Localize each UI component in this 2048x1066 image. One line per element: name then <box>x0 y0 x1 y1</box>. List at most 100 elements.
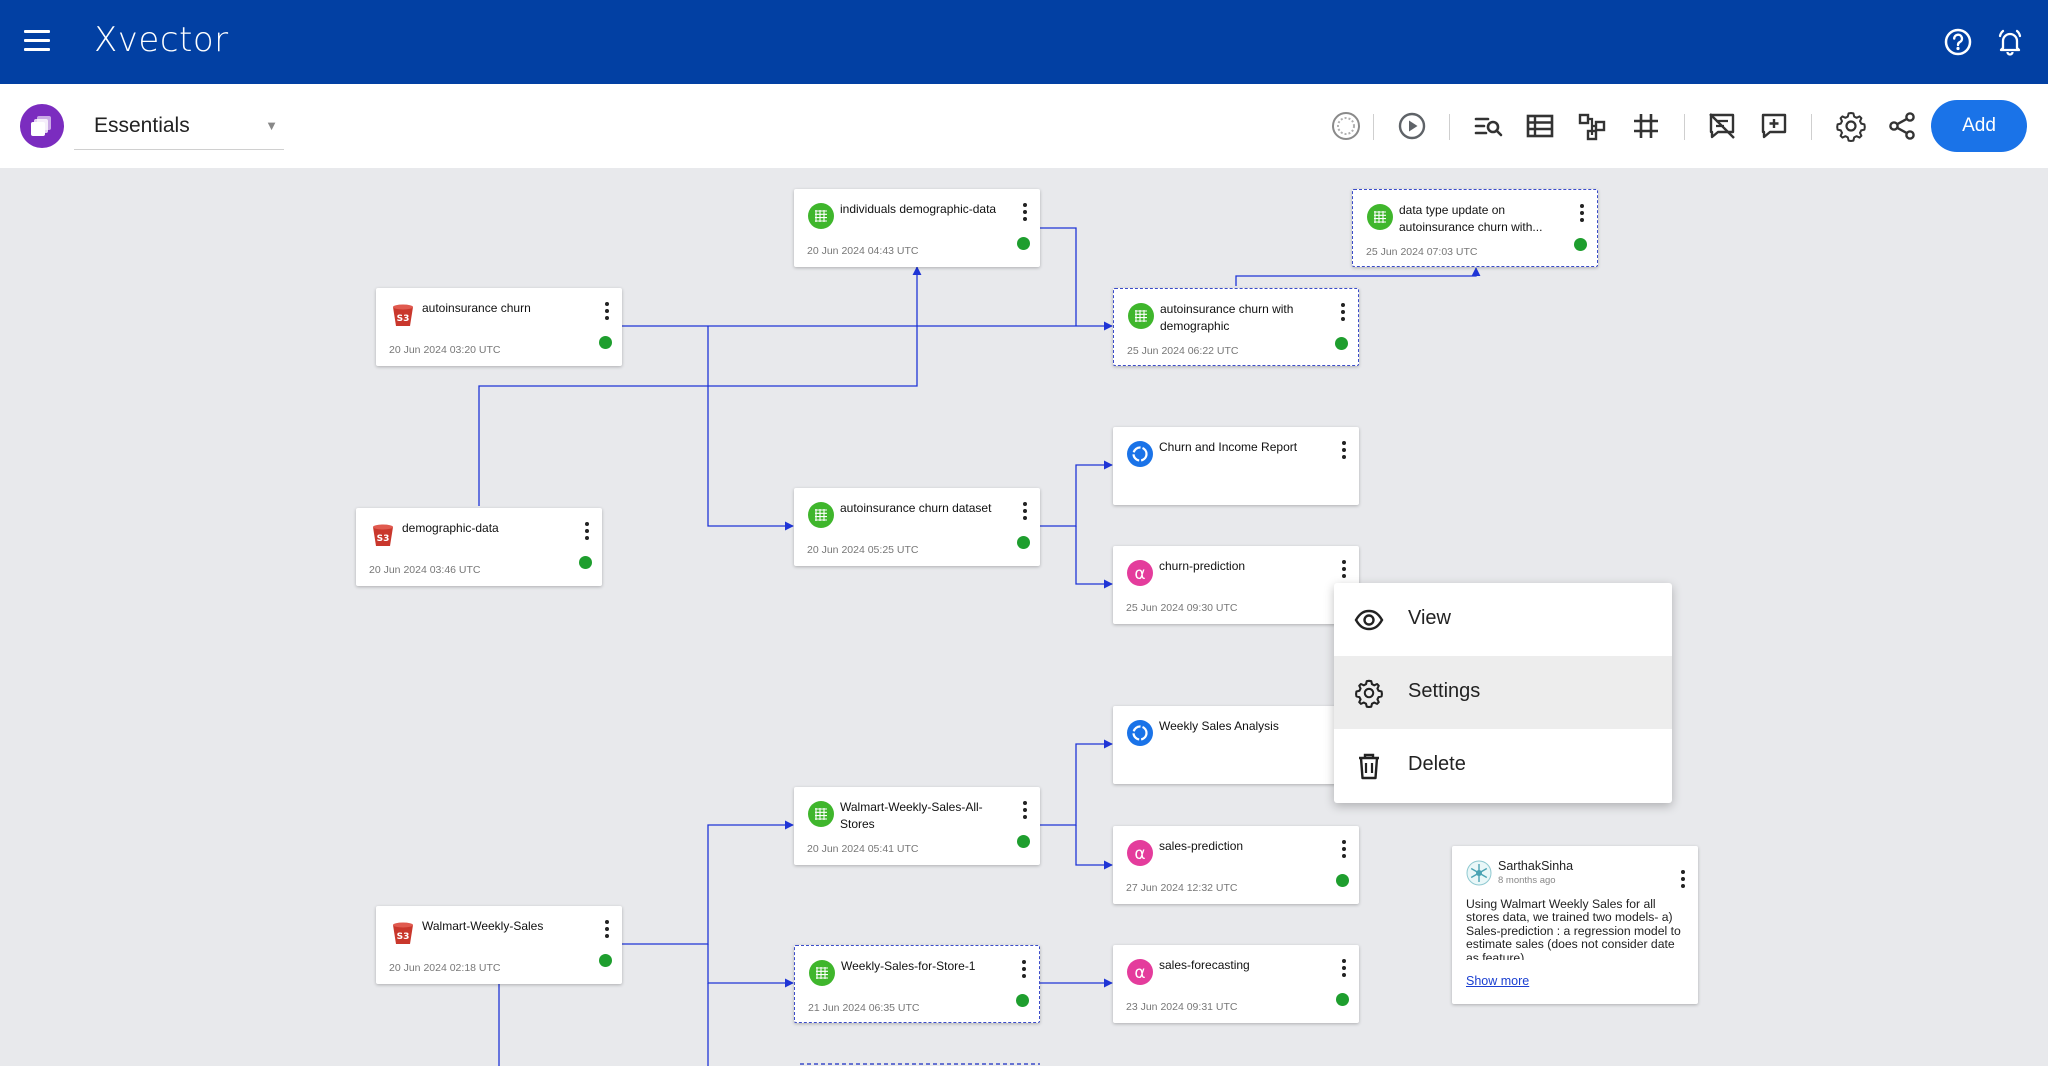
node-more-icon[interactable] <box>584 522 590 540</box>
node-weekly-sales-analysis[interactable]: Weekly Sales Analysis <box>1113 706 1359 784</box>
connection <box>707 326 794 531</box>
node-title: Weekly Sales Analysis <box>1159 719 1279 733</box>
node-title: Walmart-Weekly-Sales <box>422 919 544 933</box>
node-churn-prediction[interactable]: α churn-prediction 25 Jun 2024 09:30 UTC <box>1113 546 1359 624</box>
connection <box>707 944 794 988</box>
comment-time: 8 months ago <box>1498 875 1556 886</box>
node-date: 20 Jun 2024 02:18 UTC <box>389 962 501 974</box>
node-sales-prediction[interactable]: α sales-prediction 27 Jun 2024 12:32 UTC <box>1113 826 1359 904</box>
node-more-icon[interactable] <box>1579 204 1585 222</box>
model-alpha-icon: α <box>1127 560 1153 586</box>
node-more-icon[interactable] <box>1340 303 1346 321</box>
node-more-icon[interactable] <box>1022 801 1028 819</box>
kernel-status-icon[interactable] <box>1330 110 1362 142</box>
node-title: sales-prediction <box>1159 839 1244 853</box>
comment-more-icon[interactable] <box>1680 870 1686 888</box>
status-dot <box>579 556 592 569</box>
node-more-icon[interactable] <box>1341 441 1347 459</box>
connection <box>1235 267 1481 286</box>
share-icon[interactable] <box>1886 110 1918 142</box>
node-more-icon[interactable] <box>1341 560 1347 578</box>
eye-icon <box>1354 609 1384 631</box>
pipeline-canvas[interactable]: S3 autoinsurance churn 20 Jun 2024 03:20… <box>0 168 2048 1066</box>
node-walmart-weekly-sales[interactable]: S3 Walmart-Weekly-Sales 20 Jun 2024 02:1… <box>376 906 622 984</box>
node-churn-income-report[interactable]: Churn and Income Report <box>1113 427 1359 505</box>
run-icon[interactable] <box>1396 110 1428 142</box>
status-dot <box>1017 536 1030 549</box>
stack-icon <box>31 116 51 136</box>
toolbar-divider <box>1373 114 1374 140</box>
menu-item-label: Settings <box>1408 680 1481 702</box>
node-more-icon[interactable] <box>604 302 610 320</box>
s3-bucket-icon: S3 <box>393 922 413 944</box>
node-churn-with-demographic[interactable]: autoinsurance churn with demographic 25 … <box>1113 288 1359 366</box>
node-more-icon[interactable] <box>1021 960 1027 978</box>
node-more-icon[interactable] <box>1022 203 1028 221</box>
comment-card[interactable]: SarthakSinha 8 months ago Using Walmart … <box>1452 846 1698 1004</box>
node-title: Weekly-Sales-for-Store-1 <box>841 959 976 973</box>
node-demographic-data[interactable]: S3 demographic-data 20 Jun 2024 03:46 UT… <box>356 508 602 586</box>
svg-text:α: α <box>1134 564 1145 584</box>
node-date: 27 Jun 2024 12:32 UTC <box>1126 882 1238 894</box>
model-alpha-icon: α <box>1127 959 1153 985</box>
settings-icon[interactable] <box>1835 110 1867 142</box>
menu-item-settings[interactable]: Settings <box>1334 656 1672 729</box>
trash-icon <box>1359 753 1379 780</box>
notifications-icon[interactable] <box>1994 26 2026 58</box>
dataset-icon <box>808 801 834 827</box>
node-more-icon[interactable] <box>1022 502 1028 520</box>
s3-bucket-icon: S3 <box>393 304 413 326</box>
node-title: individuals demographic-data <box>840 202 997 216</box>
menu-icon[interactable] <box>24 30 50 52</box>
lineage-view-icon[interactable] <box>1576 110 1608 142</box>
menu-item-view[interactable]: View <box>1334 583 1672 656</box>
node-title: demographic-data <box>402 521 499 535</box>
menu-item-label: View <box>1408 607 1451 629</box>
node-sales-forecasting[interactable]: α sales-forecasting 23 Jun 2024 09:31 UT… <box>1113 945 1359 1023</box>
project-select[interactable]: Essentials ▼ <box>74 98 284 150</box>
node-more-icon[interactable] <box>1341 840 1347 858</box>
table-view-icon[interactable] <box>1524 110 1556 142</box>
avatar <box>1466 860 1492 886</box>
connection <box>1040 460 1113 527</box>
node-date: 25 Jun 2024 09:30 UTC <box>1126 602 1238 614</box>
show-more-link[interactable]: Show more <box>1466 974 1529 988</box>
status-dot <box>1574 238 1587 251</box>
grid-icon[interactable] <box>1630 110 1662 142</box>
report-icon <box>1127 720 1153 746</box>
node-walmart-all-stores[interactable]: Walmart-Weekly-Sales-All-Stores 20 Jun 2… <box>794 787 1040 865</box>
pipeline-connections <box>478 227 1481 1066</box>
menu-item-label: Delete <box>1408 753 1466 775</box>
status-dot <box>1017 237 1030 250</box>
status-dot <box>1336 874 1349 887</box>
gear-icon <box>1355 679 1383 708</box>
node-title: autoinsurance churn <box>422 301 531 315</box>
node-weekly-sales-store-1[interactable]: Weekly-Sales-for-Store-1 21 Jun 2024 06:… <box>794 945 1040 1023</box>
add-button[interactable]: Add <box>1931 100 2027 152</box>
node-title: autoinsurance churn dataset <box>840 501 992 515</box>
node-autoinsurance-churn[interactable]: S3 autoinsurance churn 20 Jun 2024 03:20… <box>376 288 622 366</box>
node-autoinsurance-churn-dataset[interactable]: autoinsurance churn dataset 20 Jun 2024 … <box>794 488 1040 566</box>
toolbar-divider <box>1449 114 1450 140</box>
node-data-type-update[interactable]: data type update on autoinsurance churn … <box>1352 189 1598 267</box>
hide-comments-icon[interactable] <box>1706 110 1738 142</box>
dataset-icon <box>808 502 834 528</box>
node-individuals-demographic-data[interactable]: individuals demographic-data 20 Jun 2024… <box>794 189 1040 267</box>
dataset-icon <box>809 960 835 986</box>
node-more-icon[interactable] <box>1341 959 1347 977</box>
caret-down-icon: ▼ <box>265 118 278 133</box>
dataset-icon <box>1367 204 1393 230</box>
add-comment-icon[interactable] <box>1758 110 1790 142</box>
app-brand[interactable]: Xvector <box>94 20 229 60</box>
project-logo[interactable] <box>20 104 64 148</box>
node-title: sales-forecasting <box>1159 958 1250 972</box>
node-more-icon[interactable] <box>604 920 610 938</box>
search-list-icon[interactable] <box>1472 110 1504 142</box>
help-icon[interactable] <box>1942 26 1974 58</box>
node-date: 20 Jun 2024 04:43 UTC <box>807 245 919 257</box>
node-date: 20 Jun 2024 05:41 UTC <box>807 843 919 855</box>
model-alpha-icon: α <box>1127 840 1153 866</box>
report-icon <box>1127 441 1153 467</box>
svg-text:α: α <box>1134 963 1145 983</box>
menu-item-delete[interactable]: Delete <box>1334 729 1672 802</box>
